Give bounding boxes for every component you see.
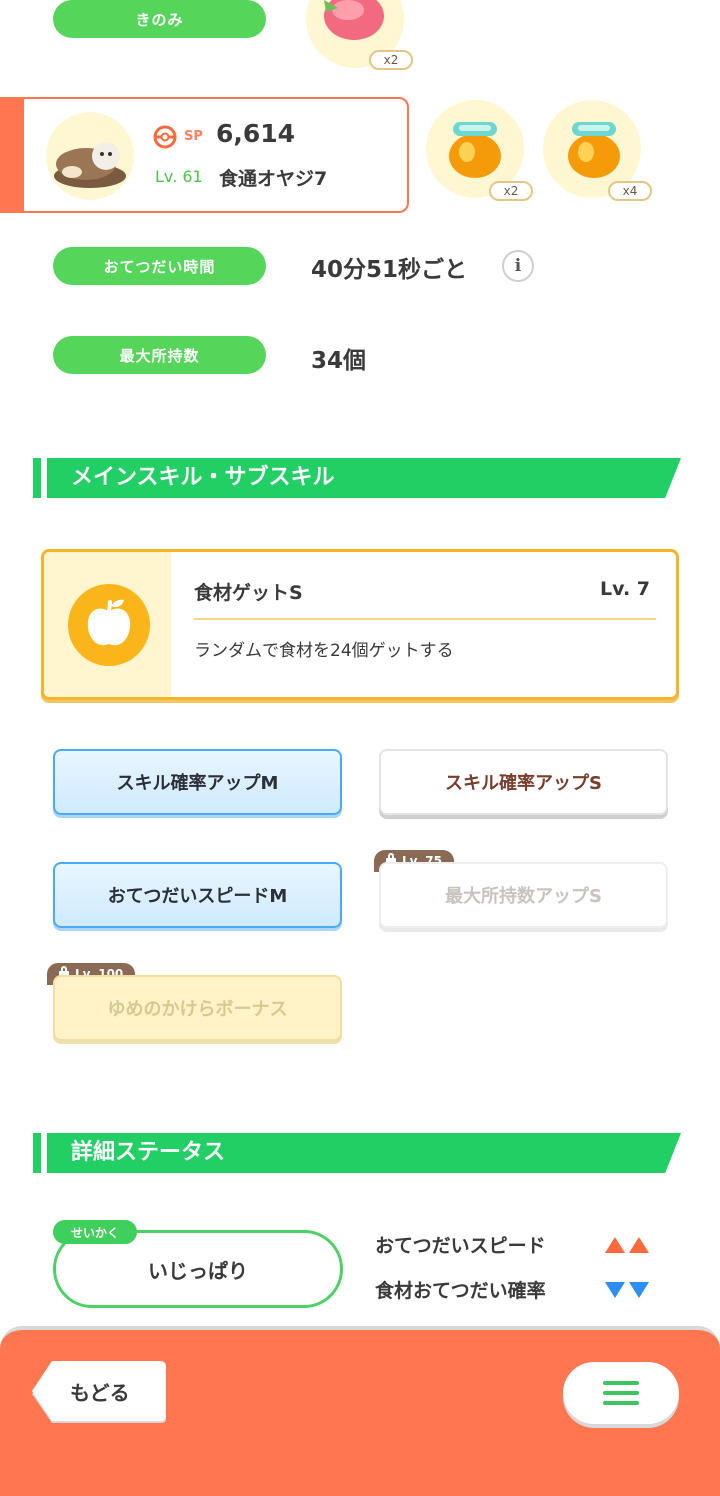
- max-carry-value: 34個: [311, 348, 367, 374]
- pokemon-avatar: [46, 112, 134, 200]
- sub-skill-button[interactable]: スキル確率アップM: [53, 749, 342, 815]
- pokemon-name: 食通オヤジ7: [219, 168, 328, 190]
- sub-skill-button-locked[interactable]: 最大所持数アップS: [379, 862, 668, 928]
- pokemon-level: Lv. 61: [155, 167, 203, 186]
- nature-up-label: おてつだいスピード: [375, 1235, 546, 1257]
- back-button-label: もどる: [70, 1381, 130, 1405]
- sub-skill-button[interactable]: スキル確率アップS: [379, 749, 668, 815]
- berry-label: きのみ: [53, 0, 266, 38]
- pokemon-card-stripe: [0, 99, 24, 211]
- info-icon[interactable]: i: [502, 250, 534, 282]
- berry-icon: [324, 0, 384, 40]
- main-skill-divider: [194, 618, 656, 620]
- ingredient-qty-1: x2: [489, 181, 533, 201]
- help-time-label: おてつだい時間: [53, 247, 266, 285]
- main-skill-level: Lv. 7: [600, 578, 650, 600]
- skills-section-title: メインスキル・サブスキル: [71, 465, 335, 490]
- section-stripe: [33, 458, 41, 498]
- nature-down-label: 食材おてつだい確率: [375, 1280, 546, 1302]
- stat-down-arrows-icon: [605, 1282, 649, 1298]
- pokeball-icon: [153, 125, 177, 149]
- apple-icon: [68, 584, 150, 666]
- nature-tag: せいかく: [53, 1220, 138, 1244]
- hamburger-icon: [603, 1381, 639, 1405]
- pokemon-card[interactable]: SP 6,614 Lv. 61 食通オヤジ7: [0, 97, 409, 213]
- ingredient-qty-2: x4: [608, 181, 652, 201]
- sub-skill-button[interactable]: おてつだいスピードM: [53, 862, 342, 928]
- max-carry-label: 最大所持数: [53, 336, 266, 374]
- main-skill-description: ランダムで食材を24個ゲットする: [194, 641, 454, 661]
- honey-jar-icon: [449, 122, 501, 178]
- sp-label: SP: [184, 129, 203, 144]
- back-button[interactable]: もどる: [30, 1361, 167, 1425]
- main-skill-name: 食材ゲットS: [194, 582, 303, 604]
- honey-jar-icon: [568, 122, 620, 178]
- detail-section-title: 詳細ステータス: [71, 1140, 226, 1165]
- menu-button[interactable]: [563, 1362, 679, 1424]
- section-stripe: [33, 1133, 41, 1173]
- stat-up-arrows-icon: [605, 1237, 649, 1253]
- help-time-value: 40分51秒ごと: [311, 257, 468, 283]
- sub-skill-button-locked[interactable]: ゆめのかけらボーナス: [53, 975, 342, 1041]
- main-skill-card[interactable]: 食材ゲットS Lv. 7 ランダムで食材を24個ゲットする: [41, 549, 679, 700]
- berry-qty-badge: x2: [369, 50, 413, 70]
- pokemon-strength: 6,614: [216, 119, 296, 148]
